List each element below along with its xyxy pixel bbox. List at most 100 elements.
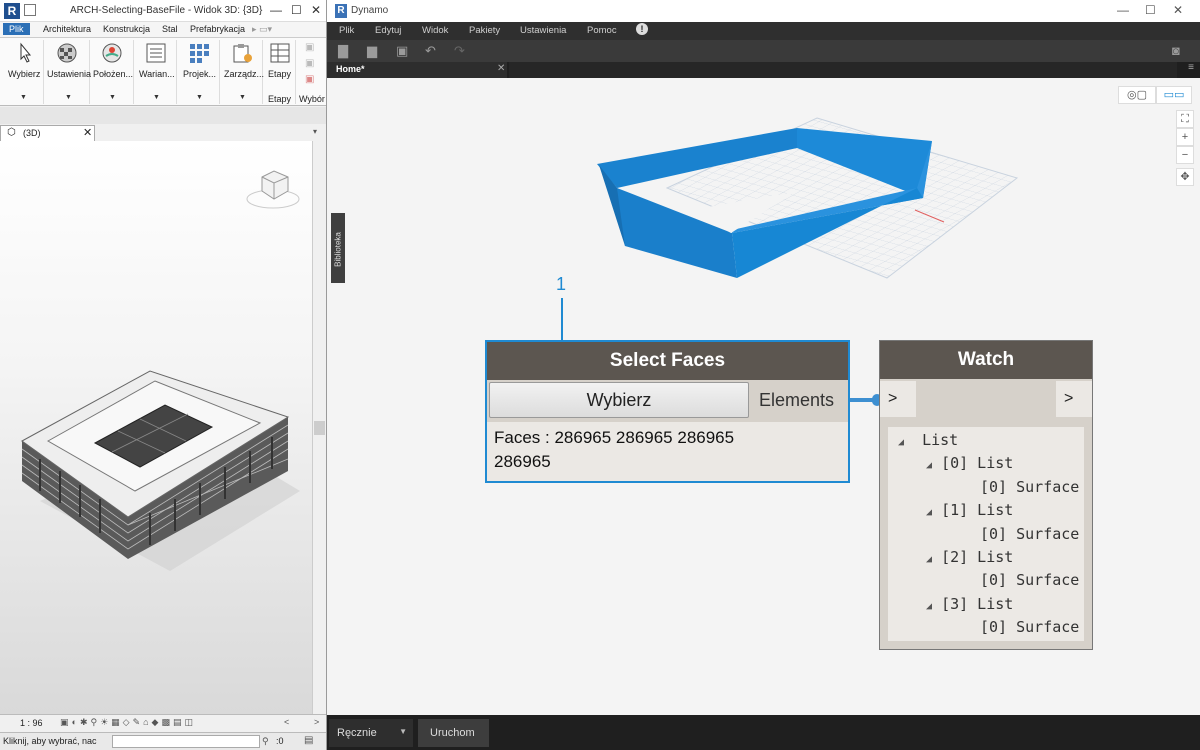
view-control-icons[interactable]: ▣◐✱⚲☀▦◇✎⌂◆▩▤◫ <box>60 717 196 728</box>
select-faces-node[interactable]: Select Faces Wybierz Elements Faces : 28… <box>485 340 850 483</box>
expand-icon: ◢ <box>926 460 933 471</box>
small-tool-icon[interactable]: ▣ <box>305 74 314 85</box>
close-icon[interactable]: ✕ <box>311 3 321 17</box>
revit-menu-konstrukcja[interactable]: Konstrukcja <box>103 24 150 34</box>
watch-input-port[interactable]: > <box>880 381 916 417</box>
graph-view-toggle[interactable]: ▭▭ <box>1156 86 1192 104</box>
tree-item-label: [3] List <box>941 595 1014 613</box>
view-tab-3d[interactable]: ⬡ (3D) ✕ <box>0 125 95 141</box>
view-scale[interactable]: 1 : 96 <box>20 718 43 728</box>
ribbon-etapy-button[interactable]: Etapy Etapy <box>264 40 296 104</box>
tree-leaf: [0] Surface <box>980 525 1080 543</box>
run-button[interactable]: Uruchom <box>418 719 489 747</box>
workset-field[interactable] <box>112 735 260 748</box>
phases-icon <box>270 43 290 63</box>
zoom-in-button[interactable]: + <box>1176 128 1194 146</box>
ribbon-ustawienia-label: Ustawienia <box>47 69 92 79</box>
zoom-fit-button[interactable]: ⛶ <box>1176 110 1194 128</box>
pan-button[interactable]: ✥ <box>1176 168 1194 186</box>
ribbon-ustawienia-button[interactable]: Ustawienia ▼ <box>45 40 92 104</box>
watch-output-port[interactable]: > <box>1056 381 1092 417</box>
new-file-icon[interactable]: ▇ <box>338 43 348 59</box>
save-icon[interactable]: ▣ <box>396 43 408 59</box>
close-tab-icon[interactable]: ✕ <box>497 63 505 74</box>
small-tool-icon[interactable]: ▣ <box>305 42 314 53</box>
revit-menu-prefabrykacja[interactable]: Prefabrykacja <box>190 24 245 34</box>
background-preview-toggle[interactable]: ◎▢ <box>1118 86 1156 104</box>
revit-menu-plik[interactable]: Plik <box>3 23 30 35</box>
run-mode-select[interactable]: Ręcznie ▼ <box>329 719 413 747</box>
minimize-icon[interactable]: — <box>1117 3 1129 17</box>
more-tabs-icon[interactable]: ▸ ▭▾ <box>252 24 272 35</box>
view-dropdown-icon[interactable]: ▾ <box>313 127 317 136</box>
revit-vertical-scrollbar[interactable] <box>312 141 326 714</box>
chevron-down-icon: ▼ <box>399 727 407 736</box>
filter-icon[interactable]: ⚲ <box>262 736 269 747</box>
menu-pomoc[interactable]: Pomoc <box>587 25 617 36</box>
ribbon-zarzadzaj-button[interactable]: Zarządz... ▼ <box>221 40 264 104</box>
open-file-icon[interactable]: ▆ <box>367 43 377 59</box>
notification-icon[interactable]: ! <box>636 23 648 35</box>
filter-funnel-icon[interactable]: ▤ <box>304 735 313 746</box>
revit-window: R ARCH-Selecting-BaseFile - Widok 3D: {3… <box>0 0 327 750</box>
tree-item[interactable]: ◢ [1] List <box>926 501 1013 519</box>
scrollbar-thumb[interactable] <box>314 421 325 435</box>
chevron-down-icon[interactable]: ▼ <box>109 94 116 101</box>
revit-status-bar: Kliknij, aby wybrać, nac ⚲ :0 ▤ <box>0 732 326 750</box>
menu-pakiety[interactable]: Pakiety <box>469 25 500 36</box>
faces-preview-line2: 286965 <box>494 452 551 471</box>
workspace-canvas[interactable]: Biblioteka ◎▢ ▭▭ ⛶ + − ✥ 1 Select Faces … <box>327 78 1200 715</box>
close-view-icon[interactable]: ✕ <box>83 126 92 139</box>
scroll-left-icon[interactable]: < <box>284 717 289 727</box>
redo-icon[interactable]: ↷ <box>454 43 465 59</box>
view-control-bar: 1 : 96 ▣◐✱⚲☀▦◇✎⌂◆▩▤◫ < > <box>0 714 326 732</box>
faces-preview-area: Faces : 286965 286965 286965 286965 <box>487 422 848 481</box>
watch-node[interactable]: Watch > > ◢ List ◢ [0] List [0] Surface … <box>879 340 1093 650</box>
ribbon-wybierz-button[interactable]: Wybierz ▼ <box>2 40 44 104</box>
chevron-down-icon[interactable]: ▼ <box>239 94 246 101</box>
tree-item-label: [0] List <box>941 454 1014 472</box>
minimize-icon[interactable]: — <box>270 3 282 17</box>
library-tab[interactable]: Biblioteka <box>331 213 345 283</box>
menu-ustawienia[interactable]: Ustawienia <box>520 25 566 36</box>
ribbon-projekt-button[interactable]: Projek... ▼ <box>178 40 220 104</box>
revit-menu-stal[interactable]: Stal <box>162 24 178 34</box>
revit-ribbon: Wybierz ▼ Ustawienia ▼ Położen... ▼ Wari… <box>0 38 326 106</box>
revit-menu-architektura[interactable]: Architektura <box>43 24 91 34</box>
tree-item[interactable]: ◢ [3] List <box>926 595 1013 613</box>
close-icon[interactable]: ✕ <box>1173 3 1183 17</box>
maximize-icon[interactable]: ☐ <box>1145 3 1156 17</box>
tree-item-label: [2] List <box>941 548 1014 566</box>
revit-3d-viewport[interactable] <box>0 141 312 714</box>
menu-widok[interactable]: Widok <box>422 25 448 36</box>
tree-item[interactable]: ◢ [0] List <box>926 454 1013 472</box>
run-mode-label: Ręcznie <box>337 727 377 739</box>
scroll-right-icon[interactable]: > <box>314 717 319 727</box>
chevron-down-icon[interactable]: ▼ <box>153 94 160 101</box>
revit-window-title: ARCH-Selecting-BaseFile - Widok 3D: {3D} <box>70 5 263 16</box>
ribbon-warianty-button[interactable]: Warian... ▼ <box>135 40 177 104</box>
chevron-down-icon[interactable]: ▼ <box>65 94 72 101</box>
dynamo-title-bar: R Dynamo — ☐ ✕ <box>327 0 1200 22</box>
tree-root[interactable]: ◢ List <box>898 431 958 449</box>
small-tool-icon[interactable]: ▣ <box>305 58 314 69</box>
menu-plik[interactable]: Plik <box>339 25 354 36</box>
maximize-icon[interactable]: ☐ <box>291 3 302 17</box>
menu-edytuj[interactable]: Edytuj <box>375 25 401 36</box>
chevron-down-icon[interactable]: ▼ <box>20 94 27 101</box>
zoom-out-button[interactable]: − <box>1176 146 1194 164</box>
tab-home[interactable]: Home* <box>327 62 507 78</box>
chevron-down-icon[interactable]: ▼ <box>196 94 203 101</box>
camera-icon[interactable]: ◙ <box>1172 43 1180 58</box>
tree-item[interactable]: ◢ [2] List <box>926 548 1013 566</box>
ribbon-polozenie-button[interactable]: Położen... ▼ <box>91 40 134 104</box>
tree-root-label: List <box>922 431 959 449</box>
ribbon-warianty-label: Warian... <box>139 69 175 79</box>
elements-output-port[interactable]: Elements <box>759 390 834 411</box>
tab-menu-icon[interactable]: ≡ <box>1188 62 1194 73</box>
ribbon-projekt-label: Projek... <box>183 69 217 79</box>
file-icon[interactable] <box>24 4 36 16</box>
revit-logo-icon: R <box>4 3 20 19</box>
wybierz-button[interactable]: Wybierz <box>489 382 749 418</box>
undo-icon[interactable]: ↶ <box>425 43 436 59</box>
